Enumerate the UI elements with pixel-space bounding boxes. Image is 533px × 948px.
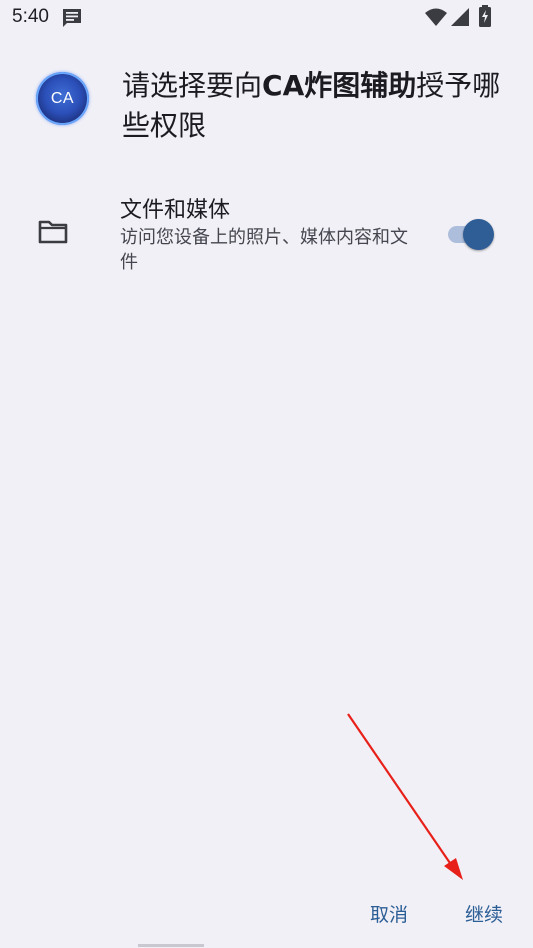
permission-screen: 5:40 CA 请选择要向CA炸图辅助授予哪些权限 文件和媒体 访问您设备上的照… — [0, 0, 533, 948]
dialog-title: 请选择要向CA炸图辅助授予哪些权限 — [122, 66, 502, 146]
permission-description: 访问您设备上的照片、媒体内容和文件 — [120, 227, 408, 273]
status-time: 5:40 — [12, 6, 49, 27]
message-icon — [63, 9, 81, 27]
nav-handle — [138, 944, 204, 947]
annotation-arrow-head — [444, 858, 463, 880]
status-bar: 5:40 — [0, 0, 533, 36]
annotation-arrow-shaft — [347, 713, 453, 867]
folder-icon — [38, 220, 68, 244]
title-prefix: 请选择要向 — [122, 69, 263, 102]
battery-charging-icon — [479, 5, 491, 27]
permission-toggle[interactable] — [446, 218, 494, 250]
title-app-name: CA炸图辅助 — [262, 69, 417, 102]
permission-row-files-media[interactable]: 文件和媒体 访问您设备上的照片、媒体内容和文件 — [0, 186, 533, 286]
app-icon-label: CA — [50, 89, 75, 107]
signal-icon — [451, 8, 469, 26]
cancel-button[interactable]: 取消 — [366, 898, 412, 929]
permission-title: 文件和媒体 — [120, 198, 231, 223]
wifi-icon — [425, 8, 447, 26]
app-icon: CA — [36, 72, 89, 125]
continue-button[interactable]: 继续 — [461, 898, 507, 929]
toggle-thumb[interactable] — [463, 219, 494, 250]
